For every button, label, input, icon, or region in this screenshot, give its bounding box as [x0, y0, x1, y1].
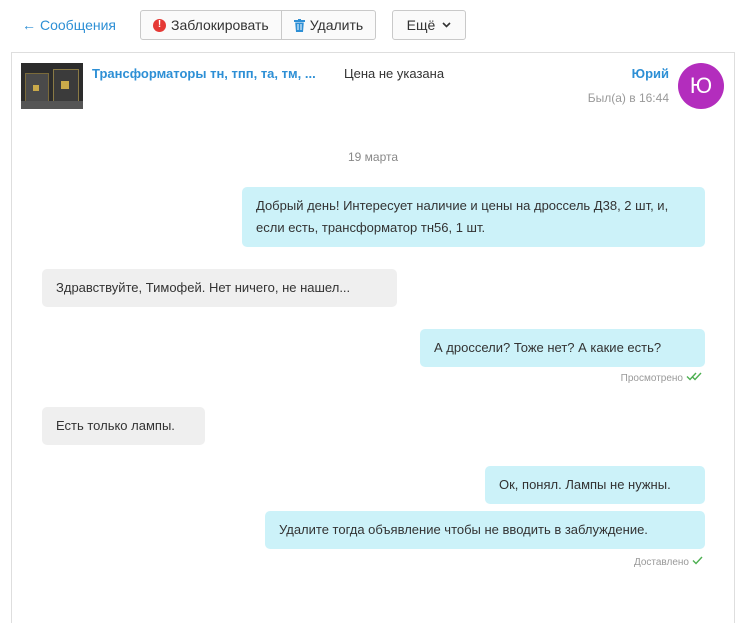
avatar[interactable]: Ю: [678, 63, 724, 109]
chevron-down-icon: [442, 22, 451, 28]
block-button[interactable]: ! Заблокировать: [141, 11, 281, 39]
back-link-label: Сообщения: [40, 17, 116, 33]
message-bubble-outgoing: Ок, понял. Лампы не нужны.: [485, 466, 705, 504]
ad-price: Цена не указана: [344, 66, 445, 81]
more-button[interactable]: Ещё: [392, 10, 466, 40]
more-button-label: Ещё: [406, 17, 436, 33]
date-separator: 19 марта: [347, 150, 399, 164]
ad-thumbnail[interactable]: [21, 63, 83, 109]
stop-icon: !: [153, 18, 166, 32]
last-seen-status: Был(а) в 16:44: [587, 91, 669, 105]
message-bubble-incoming: Здравствуйте, Тимофей. Нет ничего, не на…: [42, 269, 397, 307]
message-status: Доставлено: [634, 556, 704, 568]
check-icon: [692, 556, 704, 568]
message-status-label: Доставлено: [633, 556, 689, 568]
message-bubble-outgoing: Добрый день! Интересует наличие и цены н…: [242, 187, 705, 247]
ad-title-link[interactable]: Трансформаторы тн, тпп, та, тм, ...: [92, 66, 316, 81]
toolbar: ← Сообщения ! Заблокировать Удалить Ещё: [0, 10, 753, 40]
conversation-panel: Трансформаторы тн, тпп, та, тм, ... Цена…: [11, 52, 735, 623]
action-button-group: ! Заблокировать Удалить: [140, 10, 377, 40]
block-button-label: Заблокировать: [171, 17, 269, 33]
message-status-label: Просмотрено: [620, 372, 683, 384]
user-name-link[interactable]: Юрий: [632, 66, 669, 81]
back-to-messages-link[interactable]: ← Сообщения: [22, 17, 116, 33]
message-bubble-incoming: Есть только лампы.: [42, 407, 205, 445]
delete-button-label: Удалить: [309, 17, 364, 33]
trash-icon: [293, 18, 305, 32]
message-bubble-outgoing: Удалите тогда объявление чтобы не вводит…: [265, 511, 705, 549]
double-check-icon: [686, 372, 704, 384]
message-bubble-outgoing: А дроссели? Тоже нет? А какие есть?: [420, 329, 705, 367]
message-status: Просмотрено: [621, 372, 704, 384]
delete-button[interactable]: Удалить: [280, 11, 375, 39]
arrow-left-icon: ←: [22, 17, 36, 33]
